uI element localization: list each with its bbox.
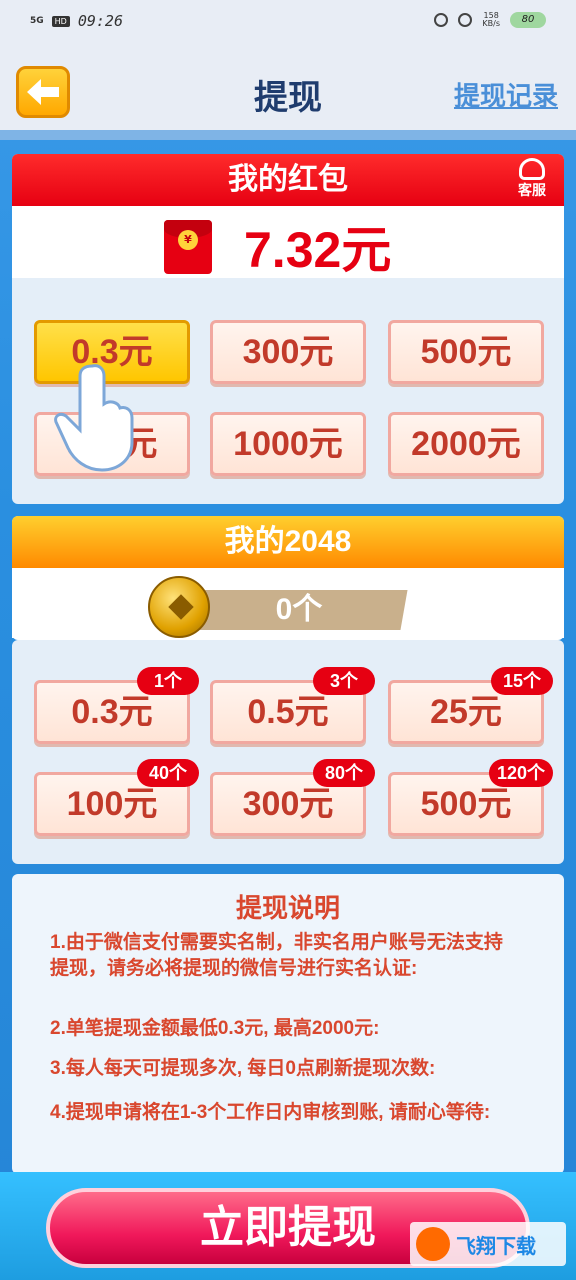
mute-icon — [458, 13, 473, 27]
game-option[interactable]: 0.5元 3个 — [210, 667, 375, 744]
red-packet-title: 我的红包 — [12, 154, 564, 206]
game-option-label: 25元 — [430, 693, 502, 731]
tap-hint-hand-icon — [54, 364, 134, 472]
game-option-label: 100元 — [66, 785, 158, 823]
header-divider — [0, 130, 576, 140]
customer-service-button[interactable]: 客服 — [510, 158, 554, 202]
withdraw-history-link[interactable]: 提现记录 — [454, 76, 558, 113]
game-option[interactable]: 25元 15个 — [388, 667, 553, 744]
hd-badge: HD — [51, 15, 70, 27]
cost-badge: 80个 — [313, 759, 375, 787]
alarm-icon — [434, 13, 449, 27]
game-coin-count: 0个 — [275, 593, 323, 626]
note-item: 1.由于微信支付需要实名制，非实名用户账号无法支持提现，请务必将提现的微信号进行… — [50, 932, 503, 979]
soccer-ball-icon — [148, 576, 210, 638]
red-packet-option[interactable]: 300元 — [210, 320, 366, 384]
header: 提现 提现记录 — [0, 44, 576, 130]
customer-service-label: 客服 — [518, 183, 546, 199]
notes-title: 提现说明 — [235, 893, 340, 923]
game-option-label: 0.3元 — [71, 693, 153, 731]
watermark-logo-icon — [416, 1227, 450, 1261]
cost-badge: 1个 — [137, 667, 199, 695]
game-coin-row: 0个 — [12, 568, 564, 638]
game-option-label: 0.5元 — [247, 693, 329, 731]
note-item: 3.每人每天可提现多次, 每日0点刷新提现次数: — [50, 1058, 436, 1079]
note-item: 4.提现申请将在1-3个工作日内审核到账, 请耐心等待: — [50, 1102, 491, 1123]
watermark: 飞翔下载 — [410, 1222, 566, 1266]
cost-badge: 120个 — [488, 759, 553, 787]
game-option-label: 500元 — [420, 785, 512, 823]
game-option[interactable]: 0.3元 1个 — [34, 667, 199, 744]
game-coin-card: 我的2048 0个 — [12, 516, 564, 640]
cost-badge: 3个 — [313, 667, 375, 695]
game-option[interactable]: 100元 40个 — [34, 759, 199, 836]
watermark-text: 飞翔下载 — [456, 1233, 536, 1258]
status-bar: 5G HD 09:26 158 KB/s 80 — [0, 0, 576, 44]
game-option-label: 300元 — [242, 785, 334, 823]
clock: 09:26 — [77, 12, 123, 30]
red-packet-option[interactable]: 500元 — [388, 320, 544, 384]
headset-icon — [519, 158, 545, 180]
game-coin-title: 我的2048 — [12, 516, 564, 568]
battery-icon: 80 — [510, 12, 546, 28]
yuan-coin-icon: ¥ — [178, 230, 198, 250]
game-options-card: 0.3元 1个 0.5元 3个 25元 15个 100元 40个 300元 80… — [12, 640, 564, 864]
cost-badge: 15个 — [491, 667, 553, 695]
red-packet-option[interactable]: 2000元 — [388, 412, 544, 476]
red-envelope-icon: ¥ — [164, 220, 212, 274]
signal-indicator: 5G — [30, 15, 44, 26]
network-speed: 158 KB/s — [482, 11, 500, 28]
note-item: 2.单笔提现金额最低0.3元, 最高2000元: — [50, 1018, 380, 1039]
withdraw-notes-card: 提现说明 1.由于微信支付需要实名制，非实名用户账号无法支持提现，请务必将提现的… — [12, 874, 564, 1174]
red-packet-option[interactable]: 1000元 — [210, 412, 366, 476]
game-option[interactable]: 300元 80个 — [210, 759, 375, 836]
red-packet-balance: 7.32元 — [244, 222, 392, 278]
game-option[interactable]: 500元 120个 — [388, 759, 553, 836]
cost-badge: 40个 — [137, 759, 199, 787]
balance-row: ¥ 7.32元 — [12, 206, 564, 278]
